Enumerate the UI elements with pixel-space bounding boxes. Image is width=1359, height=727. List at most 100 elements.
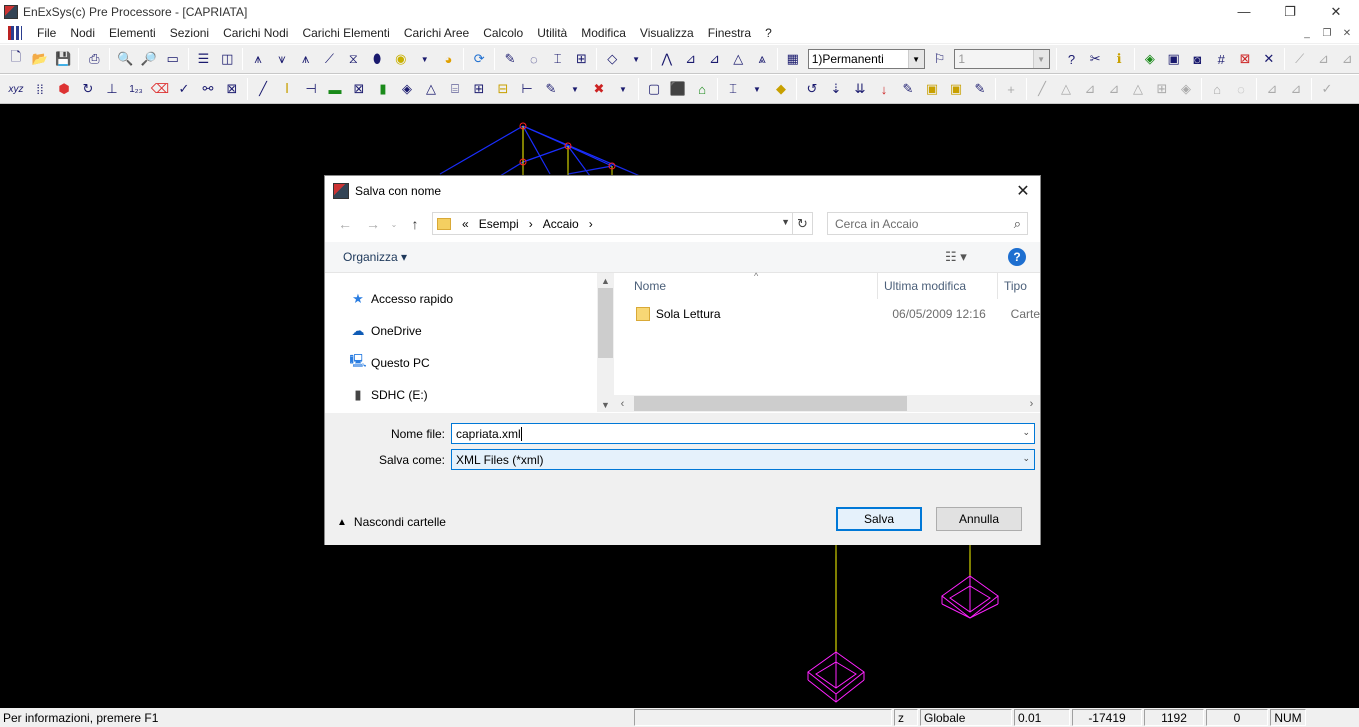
- forward-arrow-icon[interactable]: →: [359, 211, 387, 237]
- organize-button[interactable]: Organizza ▾: [343, 250, 407, 264]
- truss-e-icon[interactable]: ⩓: [751, 48, 773, 70]
- node-grid-icon[interactable]: ⁞⁞: [29, 78, 51, 100]
- refresh-icon[interactable]: ⟳: [468, 48, 490, 70]
- nav-scrollbar[interactable]: ▲ ▼: [597, 273, 614, 412]
- tower-icon[interactable]: ⌸: [444, 78, 466, 100]
- info-icon[interactable]: ℹ: [1108, 48, 1130, 70]
- section-3d-icon[interactable]: ⬛: [667, 78, 689, 100]
- frame2-icon[interactable]: ◙: [1187, 48, 1209, 70]
- truss-a-icon[interactable]: ⋀: [656, 48, 678, 70]
- split-vertical-icon[interactable]: ◫: [216, 48, 238, 70]
- disabled-c-icon[interactable]: ⊿: [1103, 78, 1125, 100]
- load-edit-icon[interactable]: ✎: [897, 78, 919, 100]
- back-arrow-icon[interactable]: ←: [331, 211, 359, 237]
- scroll-right-icon[interactable]: ›: [1023, 395, 1040, 412]
- file-horizontal-scrollbar[interactable]: ‹ ›: [614, 395, 1040, 412]
- shell-icon[interactable]: ◈: [396, 78, 418, 100]
- triangle-icon[interactable]: △: [420, 78, 442, 100]
- truss-b-icon[interactable]: ⊿: [680, 48, 702, 70]
- link-icon[interactable]: ⊢: [516, 78, 538, 100]
- numbering-icon[interactable]: 1₂₃: [125, 78, 147, 100]
- disabled-a-icon[interactable]: △: [1055, 78, 1077, 100]
- menu-carichi-elementi[interactable]: Carichi Elementi: [295, 26, 396, 40]
- yellow-beam-icon[interactable]: ⊟: [492, 78, 514, 100]
- edit-elements-icon[interactable]: ✎: [540, 78, 562, 100]
- truss-d-icon[interactable]: △: [727, 48, 749, 70]
- chevron-down-icon[interactable]: ⌄: [1022, 427, 1030, 438]
- menu-elementi[interactable]: Elementi: [102, 26, 163, 40]
- xyz-icon[interactable]: xyz: [5, 78, 27, 100]
- beam-icon[interactable]: ⬮: [366, 48, 388, 70]
- disabled-check-icon[interactable]: ✓: [1316, 78, 1338, 100]
- breadcrumb-overflow[interactable]: «: [457, 217, 474, 231]
- disabled-i-icon[interactable]: ⊿: [1261, 78, 1283, 100]
- disabled-plus-icon[interactable]: +: [1000, 78, 1022, 100]
- column-icon[interactable]: Ⅰ: [276, 78, 298, 100]
- nav-item-sdhc[interactable]: ▮ SDHC (E:): [350, 385, 427, 405]
- new-file-icon[interactable]: 🗋: [5, 48, 27, 70]
- moment-icon[interactable]: ↺: [801, 78, 823, 100]
- print-icon[interactable]: ⎙: [83, 48, 105, 70]
- nav-item-this-pc[interactable]: 🖳 Questo PC: [349, 353, 429, 373]
- menu-file[interactable]: File: [30, 26, 63, 40]
- disabled-d-icon[interactable]: △: [1127, 78, 1149, 100]
- truss-view-4-icon[interactable]: ⟋: [319, 48, 341, 70]
- breadcrumb-separator[interactable]: ›: [584, 217, 598, 231]
- document-icon[interactable]: [8, 26, 22, 40]
- load-2-icon[interactable]: ▣: [945, 78, 967, 100]
- element-line-icon[interactable]: ╱: [252, 78, 274, 100]
- scroll-left-icon[interactable]: ‹: [614, 395, 631, 412]
- address-dropdown-icon[interactable]: ▼: [781, 217, 790, 227]
- load-1-icon[interactable]: ▣: [921, 78, 943, 100]
- section-box-icon[interactable]: ▢: [643, 78, 665, 100]
- minimize-button[interactable]: —: [1221, 0, 1267, 23]
- mdi-close-button[interactable]: ✕: [1339, 26, 1355, 40]
- nav-item-quick-access[interactable]: ★ Accesso rapido: [350, 289, 453, 309]
- cancel-button[interactable]: Annulla: [936, 507, 1022, 531]
- point-load-icon[interactable]: ↓: [873, 78, 895, 100]
- nav-item-onedrive[interactable]: ☁ OneDrive: [350, 321, 422, 341]
- truss-view-2-icon[interactable]: ⩛: [271, 48, 293, 70]
- cross-elements-icon[interactable]: ✖: [588, 78, 610, 100]
- slab-icon[interactable]: ▬: [324, 78, 346, 100]
- load-3-icon[interactable]: ✎: [969, 78, 991, 100]
- help-icon[interactable]: ?: [1008, 248, 1026, 266]
- menu-visualizza[interactable]: Visualizza: [633, 26, 701, 40]
- filename-input[interactable]: capriata.xml ⌄: [451, 423, 1035, 444]
- disabled-line-icon[interactable]: ╱: [1031, 78, 1053, 100]
- mesh-icon[interactable]: ⊞: [571, 48, 593, 70]
- column-name[interactable]: Nome ^: [614, 271, 878, 299]
- support-icon[interactable]: ⊥: [101, 78, 123, 100]
- column-modified[interactable]: Ultima modifica: [878, 273, 998, 299]
- node-select-icon[interactable]: ⊠: [221, 78, 243, 100]
- disabled-tool-1-icon[interactable]: ⟋: [1289, 48, 1311, 70]
- scroll-thumb[interactable]: [598, 288, 613, 358]
- view-options-icon[interactable]: ☷ ▾: [945, 249, 967, 265]
- disabled-g-icon[interactable]: ⌂: [1206, 78, 1228, 100]
- hide-folders-toggle[interactable]: ▲ Nascondi cartelle: [337, 515, 446, 529]
- menu-carichi-nodi[interactable]: Carichi Nodi: [216, 26, 295, 40]
- address-bar[interactable]: « Esempi › Accaio › ▼ ↻: [432, 212, 813, 235]
- zoom-in-icon[interactable]: 🔍: [114, 48, 136, 70]
- menu-sezioni[interactable]: Sezioni: [163, 26, 216, 40]
- node-color-icon[interactable]: ⬢: [53, 78, 75, 100]
- axes-icon[interactable]: ✕: [1258, 48, 1280, 70]
- frame-icon[interactable]: ▣: [1163, 48, 1185, 70]
- tools-icon[interactable]: ✂: [1084, 48, 1106, 70]
- disabled-tool-3-icon[interactable]: ⊿: [1336, 48, 1358, 70]
- load-case-icon[interactable]: ▦: [782, 48, 804, 70]
- eraser-icon[interactable]: ⌫: [149, 78, 171, 100]
- disabled-e-icon[interactable]: ⊞: [1151, 78, 1173, 100]
- truss-view-3-icon[interactable]: ⩚: [295, 48, 317, 70]
- disabled-f-icon[interactable]: ◈: [1175, 78, 1197, 100]
- combination-icon[interactable]: ⚐: [929, 48, 951, 70]
- truss-view-1-icon[interactable]: ⩚: [247, 48, 269, 70]
- material-icon[interactable]: ◆: [770, 78, 792, 100]
- truss-view-5-icon[interactable]: ⧖: [342, 48, 364, 70]
- menu-finestra[interactable]: Finestra: [701, 26, 758, 40]
- truss-c-icon[interactable]: ⊿: [704, 48, 726, 70]
- edit-dropdown-icon[interactable]: ▼: [564, 78, 586, 100]
- help-query-icon[interactable]: ?: [1061, 48, 1083, 70]
- beam-insert-icon[interactable]: ⊣: [300, 78, 322, 100]
- section-green-icon[interactable]: ⌂: [691, 78, 713, 100]
